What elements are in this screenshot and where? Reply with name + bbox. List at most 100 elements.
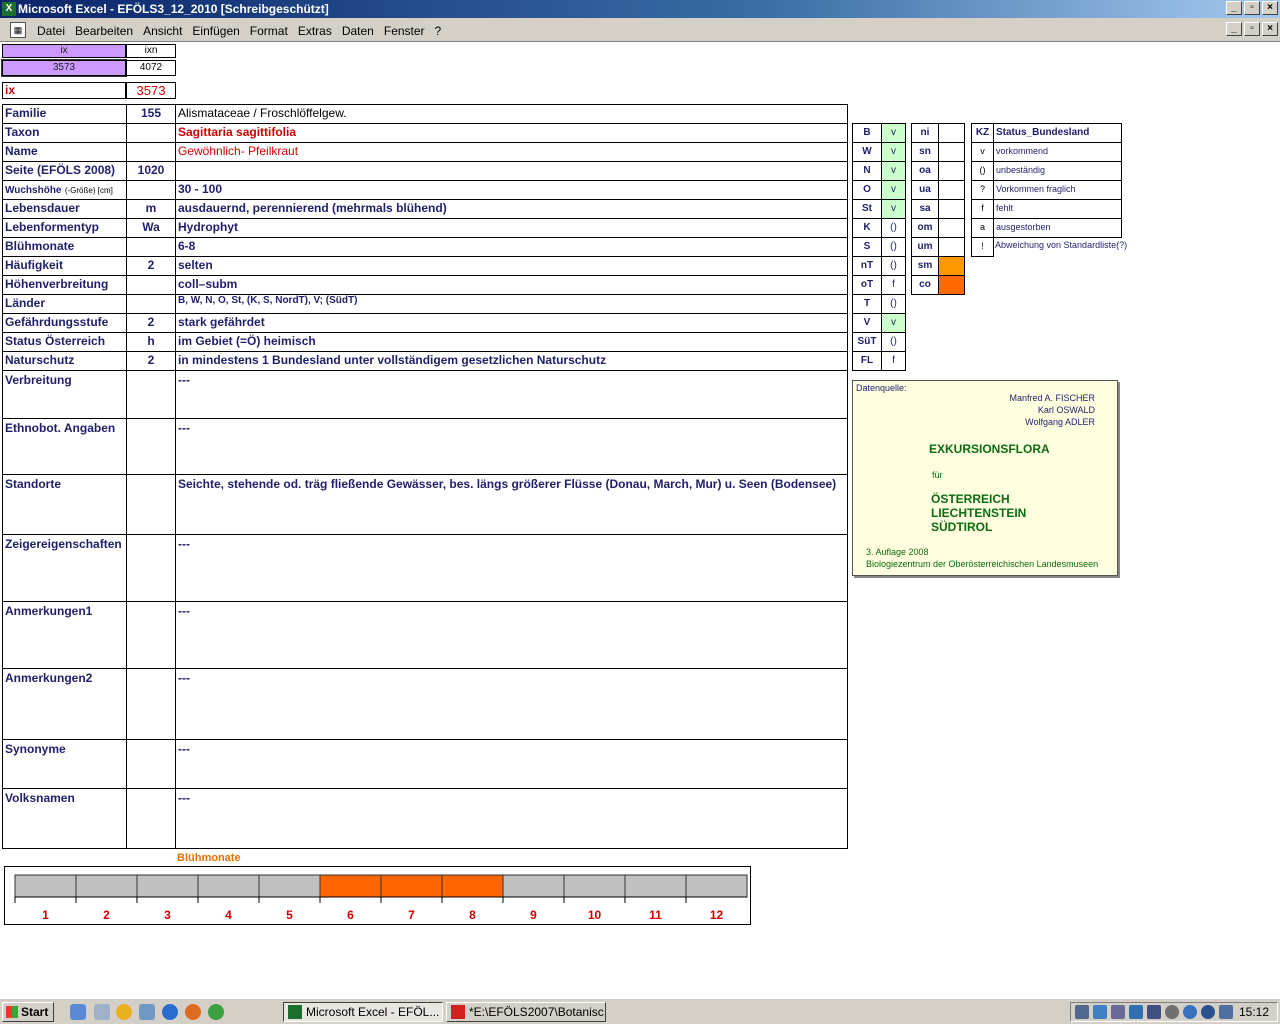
state-code-cell[interactable]: oT: [852, 275, 882, 295]
media-player-icon[interactable]: [116, 1004, 132, 1020]
state-code-cell[interactable]: T: [852, 294, 882, 314]
maximize-button[interactable]: ▫: [1244, 1, 1260, 15]
state-code-cell[interactable]: S: [852, 237, 882, 257]
altitude-code-cell[interactable]: oa: [911, 161, 939, 181]
menu-item-0[interactable]: Datei: [32, 24, 70, 38]
bigrow-value-cell[interactable]: ---: [175, 418, 848, 475]
altitude-code-cell[interactable]: um: [911, 237, 939, 257]
row-label[interactable]: Familie: [2, 104, 127, 124]
bigrow-label[interactable]: Anmerkungen1: [2, 601, 127, 669]
menu-item-8[interactable]: ?: [430, 24, 447, 38]
menu-item-1[interactable]: Bearbeiten: [70, 24, 138, 38]
state-status-cell[interactable]: (): [881, 332, 906, 352]
altitude-mark-cell[interactable]: [938, 237, 965, 257]
doc-restore-button[interactable]: ▫: [1244, 22, 1260, 36]
bigrow-mid-cell[interactable]: [126, 534, 176, 602]
row-mid-cell[interactable]: [126, 294, 176, 314]
menu-item-2[interactable]: Ansicht: [138, 24, 187, 38]
bigrow-value-cell[interactable]: ---: [175, 739, 848, 789]
bigrow-label[interactable]: Ethnobot. Angaben: [2, 418, 127, 475]
state-code-cell[interactable]: nT: [852, 256, 882, 276]
altitude-mark-cell[interactable]: [938, 218, 965, 238]
menu-item-3[interactable]: Einfügen: [187, 24, 244, 38]
security-icon[interactable]: [1129, 1005, 1143, 1019]
row-mid-cell[interactable]: [126, 237, 176, 257]
row-value-cell[interactable]: ausdauernd, perennierend (mehrmals blühe…: [175, 199, 848, 219]
state-status-cell[interactable]: (): [881, 237, 906, 257]
row-value-cell[interactable]: coll–subm: [175, 275, 848, 295]
bigrow-mid-cell[interactable]: [126, 788, 176, 849]
row-label[interactable]: Seite (EFÖLS 2008): [2, 161, 127, 181]
state-code-cell[interactable]: W: [852, 142, 882, 162]
row-value-cell[interactable]: Sagittaria sagittifolia: [175, 123, 848, 143]
row-value-cell[interactable]: in mindestens 1 Bundesland unter vollstä…: [175, 351, 848, 371]
ix-value-cell[interactable]: 3573: [1, 59, 127, 77]
doc-close-button[interactable]: ×: [1262, 22, 1278, 36]
row-value-cell[interactable]: Alismataceae / Froschlöffelgew.: [175, 104, 848, 124]
row-mid-cell[interactable]: [126, 180, 176, 200]
document-icon[interactable]: ▦: [10, 22, 26, 38]
state-status-cell[interactable]: v: [881, 123, 906, 143]
altitude-code-cell[interactable]: sa: [911, 199, 939, 219]
bigrow-mid-cell[interactable]: [126, 739, 176, 789]
search-icon[interactable]: [1075, 1005, 1089, 1019]
row-label[interactable]: Name: [2, 142, 127, 162]
row-value-cell[interactable]: selten: [175, 256, 848, 276]
doc-minimize-button[interactable]: _: [1226, 22, 1242, 36]
ix-big-cell[interactable]: 3573: [126, 82, 176, 99]
state-code-cell[interactable]: SüT: [852, 332, 882, 352]
state-code-cell[interactable]: FL: [852, 351, 882, 371]
internet-explorer-icon[interactable]: [162, 1004, 178, 1020]
info-icon[interactable]: [1183, 1005, 1197, 1019]
row-mid-cell[interactable]: 1020: [126, 161, 176, 181]
altitude-code-cell[interactable]: ua: [911, 180, 939, 200]
altitude-mark-cell[interactable]: [938, 275, 965, 295]
bigrow-value-cell[interactable]: ---: [175, 668, 848, 740]
state-status-cell[interactable]: (): [881, 218, 906, 238]
ixn-header-cell[interactable]: ixn: [126, 44, 176, 58]
row-mid-cell[interactable]: 2: [126, 313, 176, 333]
volume-icon[interactable]: [1093, 1005, 1107, 1019]
ix-header-cell[interactable]: ix: [2, 44, 126, 58]
row-mid-cell[interactable]: [126, 142, 176, 162]
row-label[interactable]: Gefährdungsstufe: [2, 313, 127, 333]
altitude-code-cell[interactable]: sn: [911, 142, 939, 162]
close-button[interactable]: ×: [1262, 1, 1278, 15]
bigrow-value-cell[interactable]: ---: [175, 534, 848, 602]
row-mid-cell[interactable]: [126, 275, 176, 295]
network-tray-icon[interactable]: [1111, 1005, 1125, 1019]
state-status-cell[interactable]: v: [881, 313, 906, 333]
menu-item-5[interactable]: Extras: [293, 24, 337, 38]
altitude-mark-cell[interactable]: [938, 199, 965, 219]
menu-item-7[interactable]: Fenster: [379, 24, 430, 38]
bluetooth-icon[interactable]: [1201, 1005, 1215, 1019]
row-mid-cell[interactable]: 155: [126, 104, 176, 124]
row-value-cell[interactable]: stark gefährdet: [175, 313, 848, 333]
bigrow-value-cell[interactable]: Seichte, stehende od. träg fließende Gew…: [175, 474, 848, 535]
bigrow-label[interactable]: Synonyme: [2, 739, 127, 789]
row-value-cell[interactable]: B, W, N, O, St, (K, S, NordT), V; (SüdT): [175, 294, 848, 314]
bigrow-label[interactable]: Volksnamen: [2, 788, 127, 849]
show-desktop-icon[interactable]: [70, 1004, 86, 1020]
state-status-cell[interactable]: v: [881, 199, 906, 219]
bigrow-mid-cell[interactable]: [126, 474, 176, 535]
row-label[interactable]: Lebenformentyp: [2, 218, 127, 238]
row-label[interactable]: Taxon: [2, 123, 127, 143]
row-label[interactable]: Häufigkeit: [2, 256, 127, 276]
bigrow-mid-cell[interactable]: [126, 418, 176, 475]
firefox-icon[interactable]: [185, 1004, 201, 1020]
chrome-icon[interactable]: [208, 1004, 224, 1020]
altitude-code-cell[interactable]: ni: [911, 123, 939, 143]
bigrow-mid-cell[interactable]: [126, 601, 176, 669]
row-value-cell[interactable]: Hydrophyt: [175, 218, 848, 238]
state-status-cell[interactable]: f: [881, 351, 906, 371]
state-status-cell[interactable]: v: [881, 142, 906, 162]
row-value-cell[interactable]: 6-8: [175, 237, 848, 257]
task-excel[interactable]: Microsoft Excel - EFÖL...: [283, 1002, 443, 1022]
state-status-cell[interactable]: v: [881, 180, 906, 200]
state-status-cell[interactable]: (): [881, 256, 906, 276]
state-code-cell[interactable]: O: [852, 180, 882, 200]
altitude-mark-cell[interactable]: [938, 256, 965, 276]
bigrow-label[interactable]: Standorte: [2, 474, 127, 535]
row-label[interactable]: Status Österreich: [2, 332, 127, 352]
